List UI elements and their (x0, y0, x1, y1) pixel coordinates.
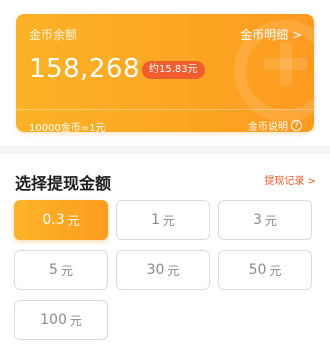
amount-option[interactable]: 3元 (218, 200, 312, 240)
help-icon: ? (291, 120, 302, 131)
withdraw-page: 金币余额 金币明细 > 158,268 约15.83元 10000金币=1元 金… (0, 0, 330, 357)
exchange-rate-text: 10000金币=1元 (29, 123, 106, 132)
amount-value: 100 (40, 312, 67, 328)
amount-unit: 元 (264, 213, 277, 228)
coin-explain-label: 金币说明 (248, 122, 288, 132)
balance-label: 金币余额 (29, 28, 78, 42)
amount-unit: 元 (60, 263, 73, 278)
card-divider (16, 109, 314, 110)
amount-option[interactable]: 50 元 (218, 250, 312, 290)
amount-value: 30 (146, 262, 165, 278)
amount-unit: 元 (67, 213, 80, 228)
amount-value: 1 (151, 212, 160, 228)
coin-balance-card: 金币余额 金币明细 > 158,268 约15.83元 10000金币=1元 金… (16, 14, 314, 132)
amount-value: 3 (253, 212, 262, 228)
amount-option[interactable]: 1元 (116, 200, 210, 240)
amount-option[interactable]: 0.3 元 (14, 200, 108, 240)
amount-value: 50 (248, 262, 267, 278)
amount-value: 0.3 (42, 212, 65, 228)
section-title: 选择提现金额 (15, 174, 112, 193)
approx-value-badge: 约15.83元 (142, 61, 205, 79)
amount-unit: 元 (69, 313, 82, 328)
section-separator (0, 146, 330, 154)
amount-value: 5 (49, 262, 58, 278)
amount-option[interactable]: 100 元 (14, 300, 108, 340)
amount-option[interactable]: 5元 (14, 250, 108, 290)
amount-unit: 元 (269, 263, 282, 278)
amount-unit: 元 (167, 263, 180, 278)
amount-option[interactable]: 30 元 (116, 250, 210, 290)
amount-unit: 元 (162, 213, 175, 228)
withdraw-record-link[interactable]: 提现记录 > (264, 172, 316, 187)
amount-options-grid: 0.3 元 1元 3元 5元 30 元 50 元 100 元 (14, 200, 317, 340)
plus-watermark-vertical (280, 42, 292, 86)
coin-detail-link[interactable]: 金币明细 > (240, 26, 302, 43)
balance-amount: 158,268 (29, 54, 141, 84)
coin-explain-link[interactable]: 金币说明 ? (248, 118, 302, 132)
